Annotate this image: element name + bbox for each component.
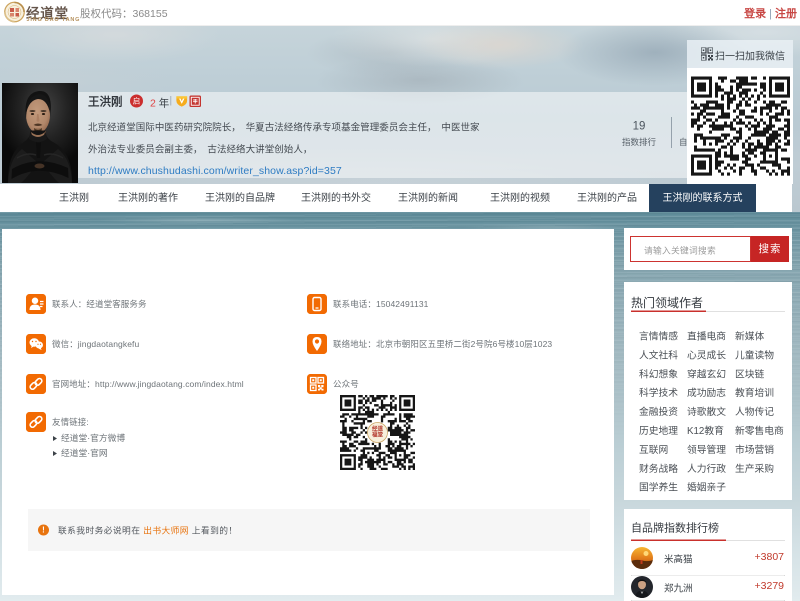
svg-text:经道: 经道 <box>372 425 384 433</box>
svg-text:福堂: 福堂 <box>371 431 384 439</box>
